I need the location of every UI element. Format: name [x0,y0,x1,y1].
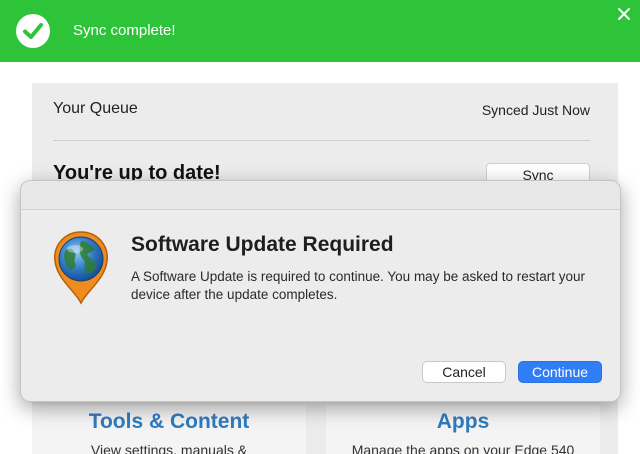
close-icon[interactable] [616,6,632,22]
tools-content-title: Tools & Content [88,410,250,433]
dialog-message: A Software Update is required to continu… [131,269,586,302]
continue-button[interactable]: Continue [518,361,602,383]
tools-content-subtitle: View settings, manuals & [90,442,248,454]
sync-status: Synced Just Now [481,102,590,118]
apps-title: Apps [436,410,490,433]
queue-title: Your Queue [53,100,138,117]
banner-message: Sync complete! [73,22,176,39]
dialog-title: Software Update Required [131,233,394,256]
globe-pin-icon [51,229,111,305]
divider [53,140,590,141]
software-update-dialog: Software Update Required A Software Upda… [20,180,621,402]
apps-subtitle: Manage the apps on your Edge 540 [351,442,575,454]
dialog-titlebar [21,181,620,210]
checkmark-icon [16,14,50,48]
sync-banner: Sync complete! [0,0,640,62]
cancel-button[interactable]: Cancel [422,361,506,383]
